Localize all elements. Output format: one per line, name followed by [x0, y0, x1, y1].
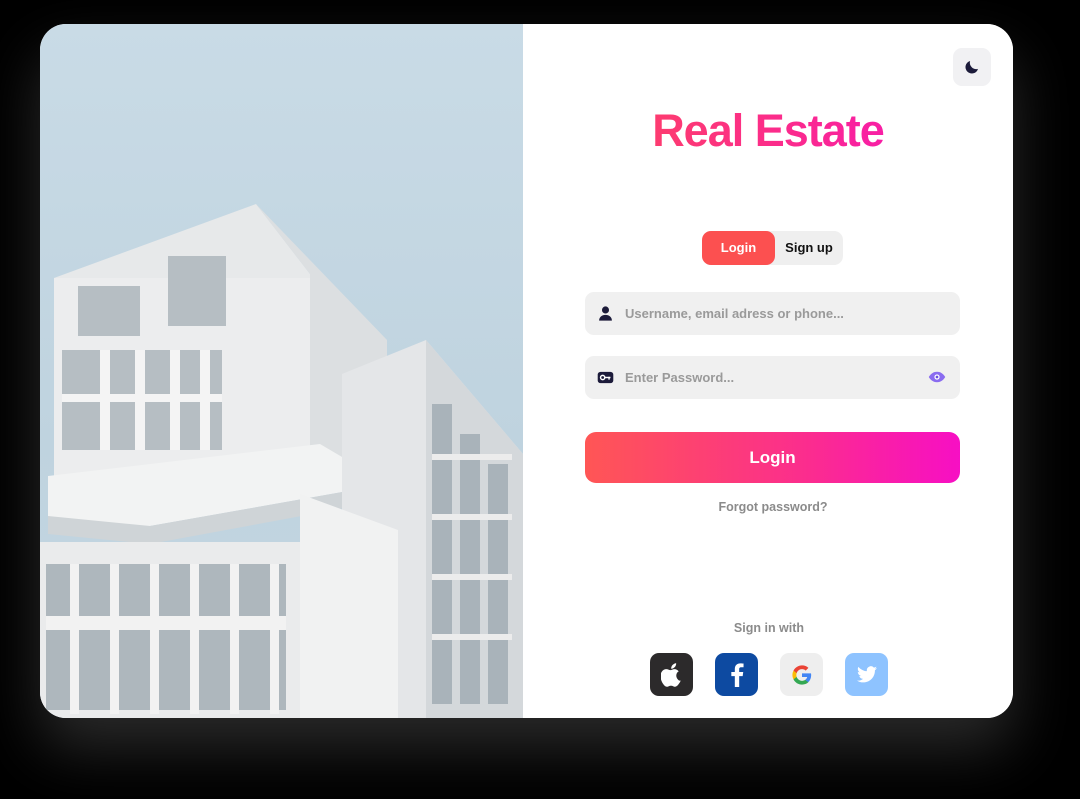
- google-signin-button[interactable]: [780, 653, 823, 696]
- eye-icon[interactable]: [928, 370, 946, 384]
- password-input[interactable]: [625, 356, 925, 399]
- login-panel: Real Estate Login Sign up Username, emai…: [523, 24, 1013, 718]
- google-icon: [791, 664, 811, 685]
- user-icon: [599, 306, 612, 321]
- key-icon: [597, 371, 614, 384]
- tab-login[interactable]: Login: [702, 231, 775, 265]
- facebook-icon: [730, 662, 744, 687]
- twitter-icon: [856, 666, 877, 683]
- password-field-container: [585, 356, 960, 399]
- moon-icon: [965, 61, 978, 74]
- building-illustration: [40, 204, 523, 718]
- forgot-password-link[interactable]: Forgot password?: [523, 500, 1013, 514]
- theme-toggle-button[interactable]: [953, 48, 991, 86]
- facebook-signin-button[interactable]: [715, 653, 758, 696]
- tab-signup[interactable]: Sign up: [775, 231, 843, 265]
- login-card: Real Estate Login Sign up Username, emai…: [40, 24, 1013, 718]
- auth-tabs: Login Sign up: [702, 231, 843, 265]
- apple-icon: [660, 662, 681, 687]
- apple-signin-button[interactable]: [650, 653, 693, 696]
- brand-title: Real Estate: [523, 104, 1013, 158]
- social-signin-heading: Sign in with: [733, 621, 805, 635]
- login-button[interactable]: Login: [585, 432, 960, 483]
- twitter-signin-button[interactable]: [845, 653, 888, 696]
- username-input[interactable]: [625, 292, 925, 335]
- username-field-container: [585, 292, 960, 335]
- building-photo: [40, 24, 523, 718]
